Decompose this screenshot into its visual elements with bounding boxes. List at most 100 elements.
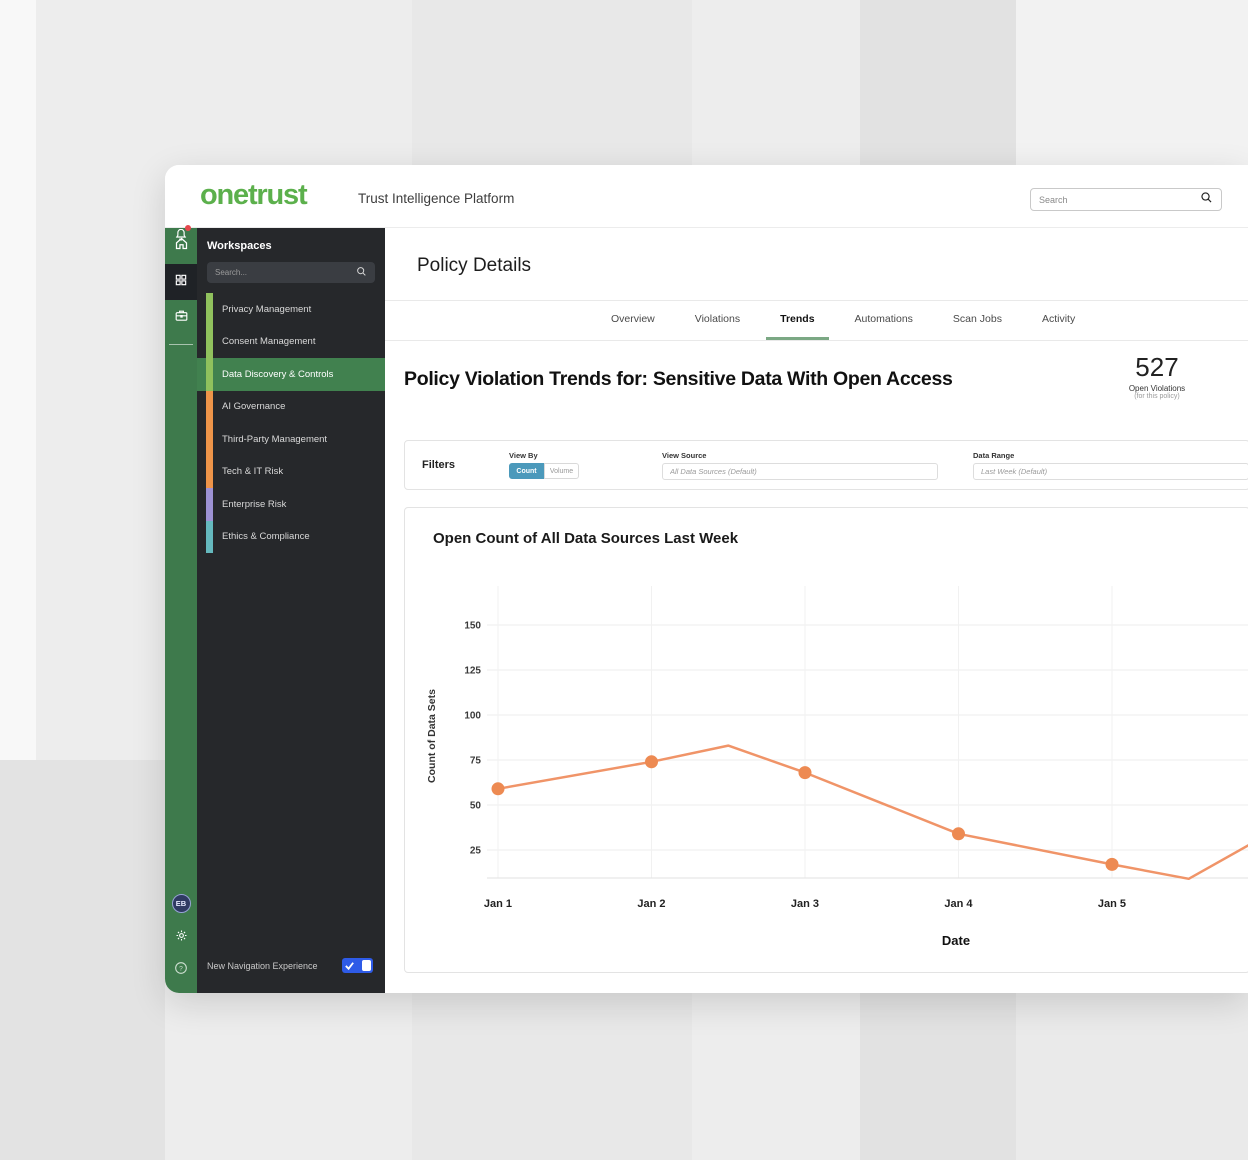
view-by-count-button[interactable]: Count <box>509 463 544 479</box>
page-title: Policy Details <box>417 255 531 277</box>
stat-label: Open Violations <box>1107 384 1207 393</box>
trend-chart-card: Open Count of All Data Sources Last Week… <box>404 507 1248 973</box>
stat-sublabel: (for this policy) <box>1107 393 1207 400</box>
main-content: Policy Details Overview Violations Trends A… <box>385 228 1248 993</box>
search-icon <box>1200 191 1213 209</box>
view-source-input[interactable] <box>662 463 938 480</box>
view-source-label: View Source <box>662 451 938 460</box>
sidebar-item-ethics-compliance[interactable]: Ethics & Compliance <box>197 521 385 554</box>
tab-automations[interactable]: Automations <box>841 301 927 340</box>
notifications-button[interactable] <box>165 227 197 248</box>
tab-overview[interactable]: Overview <box>597 301 669 340</box>
svg-text:150: 150 <box>464 621 481 632</box>
apps-button[interactable] <box>165 264 197 300</box>
sidebar-item-label: Enterprise Risk <box>222 499 286 510</box>
svg-text:Jan 2: Jan 2 <box>637 898 665 910</box>
background-block <box>1016 990 1248 1160</box>
toggle-knob <box>362 960 371 971</box>
new-nav-label: New Navigation Experience <box>207 961 318 971</box>
sidebar-item-privacy-management[interactable]: Privacy Management <box>197 293 385 326</box>
global-search-input[interactable] <box>1039 195 1200 205</box>
search-icon <box>356 264 367 282</box>
rail-divider <box>169 344 193 345</box>
workspace-button[interactable] <box>165 300 197 336</box>
workspace-color-bar <box>206 391 213 424</box>
workspace-color-bar <box>206 326 213 359</box>
check-icon <box>344 960 355 971</box>
sidebar-item-label: AI Governance <box>222 401 285 412</box>
svg-text:Count of Data Sets: Count of Data Sets <box>426 689 438 783</box>
sidebar-item-label: Privacy Management <box>222 304 311 315</box>
tab-trends[interactable]: Trends <box>766 301 828 340</box>
app-rail: EB ? <box>165 228 197 993</box>
line-chart: 25 50 75 100 125 150 Jan 1 Jan 2 Jan 3 Jan 4 Jan 5… <box>405 508 1248 973</box>
svg-text:Jan 5: Jan 5 <box>1098 898 1126 910</box>
tab-scan-jobs[interactable]: Scan Jobs <box>939 301 1016 340</box>
section-title: Policy Violation Trends for: Sensitive D… <box>404 368 953 391</box>
workspace-search-input[interactable] <box>215 268 356 277</box>
svg-text:Jan 3: Jan 3 <box>791 898 819 910</box>
svg-text:Jan 4: Jan 4 <box>944 898 973 910</box>
sidebar-item-tech-it-risk[interactable]: Tech & IT Risk <box>197 456 385 489</box>
new-nav-toggle[interactable] <box>342 958 373 973</box>
tabs-bar: Overview Violations Trends Automations Scan … <box>385 300 1248 341</box>
sidebar-item-label: Tech & IT Risk <box>222 466 283 477</box>
apps-grid-icon <box>174 273 188 292</box>
filters-bar: Filters View By CountVolume View Source … <box>404 440 1248 490</box>
sidebar-item-label: Ethics & Compliance <box>222 531 310 542</box>
settings-button[interactable] <box>165 928 197 948</box>
svg-text:125: 125 <box>464 666 481 677</box>
data-range-group: Data Range <box>973 451 1248 480</box>
workspace-color-bar <box>206 423 213 456</box>
stat-value: 527 <box>1107 352 1207 383</box>
notification-badge <box>185 225 191 231</box>
data-range-input[interactable] <box>973 463 1248 480</box>
bell-icon <box>173 227 189 248</box>
workspace-color-bar <box>206 521 213 554</box>
workspace-color-bar <box>206 358 213 391</box>
sidebar-item-consent-management[interactable]: Consent Management <box>197 326 385 359</box>
background-block <box>0 0 36 760</box>
sidebar-item-data-discovery-controls[interactable]: Data Discovery & Controls <box>197 358 385 391</box>
data-range-label: Data Range <box>973 451 1248 460</box>
svg-text:100: 100 <box>464 711 481 722</box>
sidebar-title: Workspaces <box>197 228 385 262</box>
sidebar-item-label: Third-Party Management <box>222 434 327 445</box>
svg-text:Jan 1: Jan 1 <box>484 898 512 910</box>
svg-text:Date: Date <box>942 933 970 948</box>
profile-button[interactable]: EB <box>165 894 197 913</box>
sidebar-item-enterprise-risk[interactable]: Enterprise Risk <box>197 488 385 521</box>
workspace-list: Privacy Management Consent Management Data… <box>197 293 385 553</box>
avatar: EB <box>172 894 191 913</box>
sidebar-item-label: Data Discovery & Controls <box>222 369 333 380</box>
product-name: Trust Intelligence Platform <box>358 191 514 206</box>
view-by-volume-button[interactable]: Volume <box>544 463 579 479</box>
view-by-label: View By <box>509 451 579 460</box>
sidebar-item-ai-governance[interactable]: AI Governance <box>197 391 385 424</box>
workspace-color-bar <box>206 456 213 489</box>
svg-text:75: 75 <box>470 756 482 767</box>
sidebar-item-label: Consent Management <box>222 336 315 347</box>
app-window: onetrust Trust Intelligence Platform <box>165 165 1248 993</box>
tab-violations[interactable]: Violations <box>681 301 754 340</box>
app-header: onetrust Trust Intelligence Platform <box>165 165 1248 228</box>
view-source-group: View Source <box>662 451 938 480</box>
svg-text:25: 25 <box>470 846 482 857</box>
workspace-search[interactable] <box>207 262 375 283</box>
tab-activity[interactable]: Activity <box>1028 301 1089 340</box>
gear-icon <box>174 928 189 948</box>
svg-text:?: ? <box>179 966 183 973</box>
sidebar-item-third-party-management[interactable]: Third-Party Management <box>197 423 385 456</box>
workspace-color-bar <box>206 488 213 521</box>
svg-text:50: 50 <box>470 801 482 812</box>
workspace-color-bar <box>206 293 213 326</box>
help-icon: ? <box>173 960 189 981</box>
view-by-segmented-control: CountVolume <box>509 463 579 479</box>
filters-title: Filters <box>422 459 473 471</box>
onetrust-logo: onetrust <box>200 179 306 212</box>
view-by-group: View By CountVolume <box>509 451 579 479</box>
open-violations-stat: 527 Open Violations (for this policy) <box>1107 352 1207 400</box>
help-button[interactable]: ? <box>165 960 197 981</box>
briefcase-icon <box>174 308 189 328</box>
global-search[interactable] <box>1030 188 1222 211</box>
